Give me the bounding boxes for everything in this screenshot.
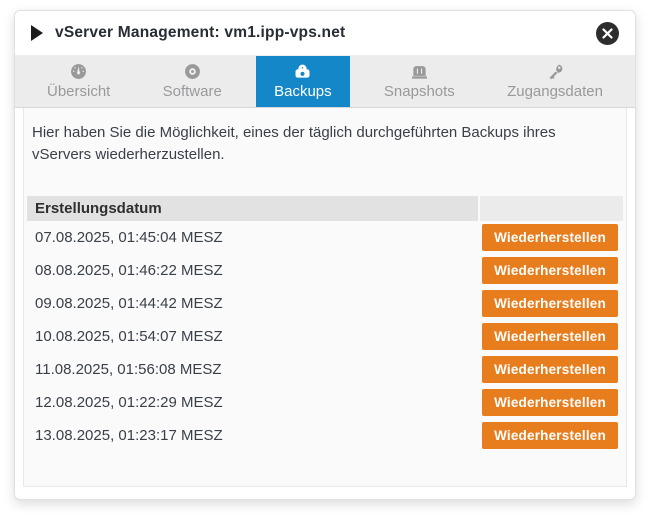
backup-date: 08.08.2025, 01:46:22 MESZ xyxy=(27,262,480,279)
table-row: 10.08.2025, 01:54:07 MESZ Wiederherstell… xyxy=(27,320,623,353)
table-row: 12.08.2025, 01:22:29 MESZ Wiederherstell… xyxy=(27,386,623,419)
restore-button[interactable]: Wiederherstellen xyxy=(482,224,618,251)
backup-date: 12.08.2025, 01:22:29 MESZ xyxy=(27,394,480,411)
gauge-icon xyxy=(68,61,89,82)
restore-button[interactable]: Wiederherstellen xyxy=(482,356,618,383)
vserver-management-dialog: vServer Management: vm1.ipp-vps.net Über… xyxy=(14,10,636,500)
tab-zugangsdaten[interactable]: Zugangsdaten xyxy=(489,56,621,107)
tab-label: Zugangsdaten xyxy=(507,83,603,100)
key-icon xyxy=(545,61,566,82)
backup-date: 13.08.2025, 01:23:17 MESZ xyxy=(27,427,480,444)
close-button[interactable] xyxy=(596,22,619,45)
disc-icon xyxy=(182,61,203,82)
tab-label: Snapshots xyxy=(384,83,455,100)
backup-date: 07.08.2025, 01:45:04 MESZ xyxy=(27,229,480,246)
backups-tab-panel: Hier haben Sie die Möglichkeit, eines de… xyxy=(23,108,627,487)
close-icon xyxy=(602,28,613,39)
table-row: 11.08.2025, 01:56:08 MESZ Wiederherstell… xyxy=(27,353,623,386)
table-row: 13.08.2025, 01:23:17 MESZ Wiederherstell… xyxy=(27,419,623,452)
tab-backups[interactable]: Backups xyxy=(256,56,350,107)
tab-bar: Übersicht Software Backups Snapshots Zug… xyxy=(15,56,635,108)
table-header-date: Erstellungsdatum xyxy=(27,196,478,221)
backups-description: Hier haben Sie die Möglichkeit, eines de… xyxy=(32,122,618,166)
tab-uebersicht[interactable]: Übersicht xyxy=(29,56,128,107)
backup-date: 10.08.2025, 01:54:07 MESZ xyxy=(27,328,480,345)
backups-table: Erstellungsdatum 07.08.2025, 01:45:04 ME… xyxy=(27,196,623,452)
dialog-title: vServer Management: vm1.ipp-vps.net xyxy=(55,24,596,42)
archive-icon xyxy=(409,61,430,82)
table-header-row: Erstellungsdatum xyxy=(27,196,623,221)
backup-drive-icon xyxy=(292,61,313,82)
restore-button[interactable]: Wiederherstellen xyxy=(482,290,618,317)
restore-button[interactable]: Wiederherstellen xyxy=(482,257,618,284)
tab-snapshots[interactable]: Snapshots xyxy=(366,56,473,107)
tab-label: Übersicht xyxy=(47,83,110,100)
tab-label: Backups xyxy=(274,83,332,100)
tab-software[interactable]: Software xyxy=(145,56,240,107)
tab-label: Software xyxy=(163,83,222,100)
table-row: 07.08.2025, 01:45:04 MESZ Wiederherstell… xyxy=(27,221,623,254)
play-icon xyxy=(31,25,43,41)
table-row: 08.08.2025, 01:46:22 MESZ Wiederherstell… xyxy=(27,254,623,287)
table-row: 09.08.2025, 01:44:42 MESZ Wiederherstell… xyxy=(27,287,623,320)
backup-date: 11.08.2025, 01:56:08 MESZ xyxy=(27,361,480,378)
restore-button[interactable]: Wiederherstellen xyxy=(482,323,618,350)
backup-date: 09.08.2025, 01:44:42 MESZ xyxy=(27,295,480,312)
table-header-actions xyxy=(480,196,623,221)
restore-button[interactable]: Wiederherstellen xyxy=(482,422,618,449)
dialog-header: vServer Management: vm1.ipp-vps.net xyxy=(15,11,635,56)
restore-button[interactable]: Wiederherstellen xyxy=(482,389,618,416)
